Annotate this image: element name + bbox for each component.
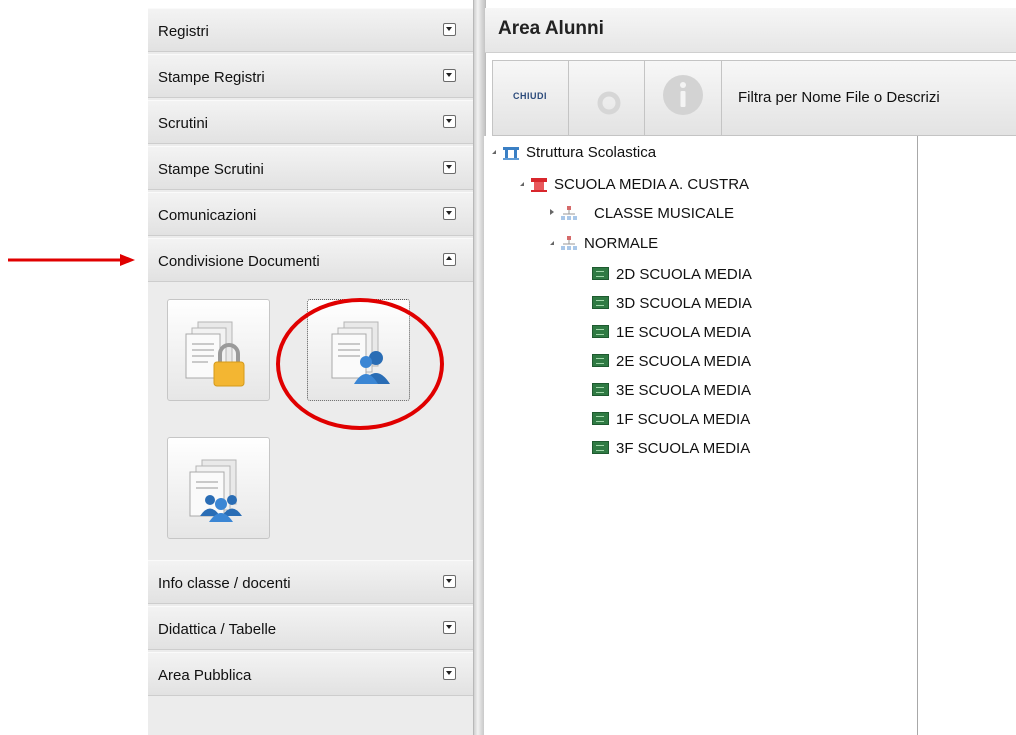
documents-lock-icon [185,321,245,387]
section-label: Area Pubblica [158,667,252,684]
tree-node-label: 1E SCUOLA MEDIA [616,324,752,341]
section-area-pubblica[interactable]: Area Pubblica [148,652,473,696]
section-label: Scrutini [158,115,209,132]
refresh-icon [597,91,621,115]
class-icon [592,354,609,367]
toolbar: CHIUDI Filtra per Nome File o Descrizi [492,60,1016,136]
expanded-icon[interactable] [550,241,554,245]
tree-node-label: NORMALE [584,235,659,252]
refresh-button[interactable] [569,61,645,135]
info-button[interactable] [645,61,722,135]
documents-private-button[interactable] [167,299,270,401]
expand-icon[interactable] [443,115,456,128]
expand-icon[interactable] [443,575,456,588]
annotation-arrow [8,254,135,266]
section-scrutini[interactable]: Scrutini [148,100,473,144]
tree-node-label: Struttura Scolastica [526,144,657,161]
section-label: Didattica / Tabelle [158,621,277,638]
section-label: Stampe Registri [158,69,265,86]
expanded-icon[interactable] [492,150,496,154]
close-label: CHIUDI [513,91,547,101]
tree-node-label: 1F SCUOLA MEDIA [616,411,751,428]
tree-node-label: 2D SCUOLA MEDIA [616,266,752,283]
section-info-classe-docenti[interactable]: Info classe / docenti [148,560,473,604]
group-icon [561,206,577,220]
section-stampe-registri[interactable]: Stampe Registri [148,54,473,98]
school-icon [531,178,547,192]
annotation-circle [276,298,444,430]
section-label: Registri [158,23,209,40]
class-icon [592,296,609,309]
info-icon [663,75,703,115]
documents-shared-group-button[interactable] [167,437,270,539]
collapse-icon[interactable] [443,253,456,266]
main-header: Area Alunni [485,8,1016,53]
close-button[interactable]: CHIUDI [493,61,569,135]
section-label: Comunicazioni [158,207,257,224]
tree-node-label: 3E SCUOLA MEDIA [616,382,752,399]
class-icon [592,412,609,425]
expand-icon[interactable] [443,621,456,634]
expanded-icon[interactable] [520,182,524,186]
tree-node-label: 3F SCUOLA MEDIA [616,440,751,457]
section-stampe-scrutini[interactable]: Stampe Scrutini [148,146,473,190]
class-icon [592,325,609,338]
group-icon [561,236,577,250]
section-registri[interactable]: Registri [148,8,473,52]
class-icon [592,441,609,454]
collapsed-icon[interactable] [550,209,554,215]
school-tree: Struttura Scolastica SCUOLA MEDIA A. CUS… [484,136,918,735]
expand-icon[interactable] [443,207,456,220]
class-icon [592,383,609,396]
section-comunicazioni[interactable]: Comunicazioni [148,192,473,236]
documents-group-icon [189,459,242,522]
section-condivisione-documenti[interactable]: Condivisione Documenti [148,238,473,282]
section-label: Info classe / docenti [158,575,291,592]
tree-node-label: SCUOLA MEDIA A. CUSTRA [554,176,750,193]
section-didattica-tabelle[interactable]: Didattica / Tabelle [148,606,473,650]
expand-icon[interactable] [443,667,456,680]
expand-icon[interactable] [443,23,456,36]
page-title: Area Alunni [498,18,604,39]
class-icon [592,267,609,280]
tree-node-label: CLASSE MUSICALE [594,205,735,222]
school-structure-icon [503,147,519,160]
section-label: Stampe Scrutini [158,161,264,178]
filter-label: Filtra per Nome File o Descrizi [738,89,940,106]
tree-node-label: 3D SCUOLA MEDIA [616,295,752,312]
section-label: Condivisione Documenti [158,253,320,270]
tree-node-label: 2E SCUOLA MEDIA [616,353,752,370]
expand-icon[interactable] [443,69,456,82]
expand-icon[interactable] [443,161,456,174]
